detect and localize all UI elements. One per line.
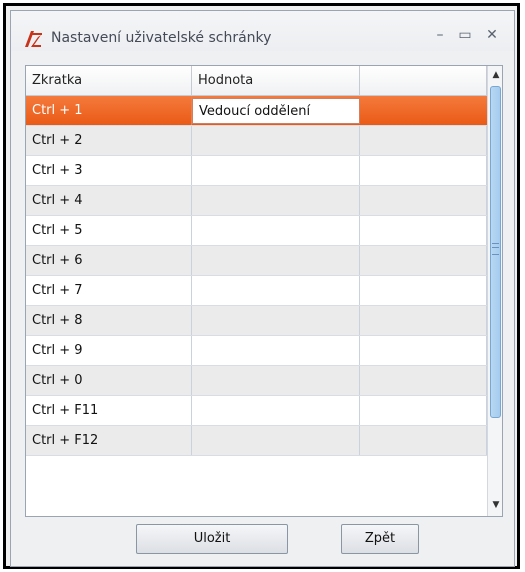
shortcut-cell: Ctrl + 2 [26, 126, 192, 155]
extra-cell [360, 366, 487, 395]
shortcut-cell: Ctrl + 9 [26, 336, 192, 365]
extra-cell [360, 246, 487, 275]
shortcut-grid: Zkratka Hodnota Ctrl + 1 Vedoucí oddělen… [25, 65, 503, 517]
value-cell[interactable] [192, 336, 360, 365]
column-header-shortcut[interactable]: Zkratka [26, 66, 192, 96]
extra-cell [360, 426, 487, 455]
grid-rows: Ctrl + 1 Vedoucí oddělení Ctrl + 2 Ctrl … [26, 96, 487, 456]
column-header-value[interactable]: Hodnota [192, 66, 360, 96]
extra-cell [360, 216, 487, 245]
value-cell[interactable] [192, 396, 360, 425]
shortcut-cell: Ctrl + 4 [26, 186, 192, 215]
value-cell-editor[interactable]: Vedoucí oddělení [192, 98, 360, 124]
value-cell[interactable] [192, 366, 360, 395]
table-row[interactable]: Ctrl + 5 [26, 216, 487, 246]
grip-icon [492, 243, 499, 255]
extra-cell [360, 126, 487, 155]
minimize-button[interactable]: – [429, 25, 451, 45]
shortcut-cell: Ctrl + 0 [26, 366, 192, 395]
table-row[interactable]: Ctrl + 2 [26, 126, 487, 156]
app-logo-icon [25, 31, 42, 47]
extra-cell [360, 186, 487, 215]
value-cell[interactable] [192, 186, 360, 215]
table-row[interactable]: Ctrl + 3 [26, 156, 487, 186]
scroll-up-arrow-icon[interactable]: ▲ [488, 66, 502, 84]
column-header-empty[interactable] [360, 66, 487, 96]
value-cell[interactable] [192, 276, 360, 305]
table-row[interactable]: Ctrl + 4 [26, 186, 487, 216]
table-row[interactable]: Ctrl + 7 [26, 276, 487, 306]
extra-cell [360, 396, 487, 425]
value-cell[interactable] [192, 126, 360, 155]
shortcut-cell: Ctrl + 7 [26, 276, 192, 305]
close-button[interactable]: ✕ [481, 25, 503, 45]
table-row[interactable]: Ctrl + F12 [26, 426, 487, 456]
shortcut-cell: Ctrl + 1 [26, 96, 192, 125]
extra-cell [360, 306, 487, 335]
table-row[interactable]: Ctrl + 8 [26, 306, 487, 336]
title-bar[interactable]: Nastavení uživatelské schránky – ▭ ✕ [11, 11, 514, 51]
value-cell[interactable] [192, 426, 360, 455]
table-row[interactable]: Ctrl + 6 [26, 246, 487, 276]
window-title: Nastavení uživatelské schránky [51, 30, 272, 46]
grid-header: Zkratka Hodnota [26, 66, 487, 96]
value-cell[interactable] [192, 246, 360, 275]
shortcut-cell: Ctrl + 5 [26, 216, 192, 245]
dialog-window: Nastavení uživatelské schránky – ▭ ✕ Zkr… [10, 10, 515, 567]
table-row[interactable]: Ctrl + 9 [26, 336, 487, 366]
maximize-button[interactable]: ▭ [454, 25, 476, 45]
extra-cell [360, 336, 487, 365]
shortcut-cell: Ctrl + 6 [26, 246, 192, 275]
back-button[interactable]: Zpět [341, 524, 419, 554]
shortcut-cell: Ctrl + F12 [26, 426, 192, 455]
shortcut-cell: Ctrl + 8 [26, 306, 192, 335]
table-row[interactable]: Ctrl + 1 Vedoucí oddělení [26, 96, 487, 126]
save-button[interactable]: Uložit [136, 524, 288, 554]
extra-cell [360, 276, 487, 305]
value-cell[interactable] [192, 156, 360, 185]
scroll-down-arrow-icon[interactable]: ▼ [488, 496, 502, 514]
shortcut-cell: Ctrl + 3 [26, 156, 192, 185]
shortcut-cell: Ctrl + F11 [26, 396, 192, 425]
table-row[interactable]: Ctrl + F11 [26, 396, 487, 426]
table-row[interactable]: Ctrl + 0 [26, 366, 487, 396]
vertical-scrollbar[interactable]: ▲ ▼ [487, 66, 502, 516]
value-cell[interactable] [192, 216, 360, 245]
scroll-thumb[interactable] [490, 86, 501, 418]
extra-cell [360, 96, 487, 125]
extra-cell [360, 156, 487, 185]
value-cell[interactable] [192, 306, 360, 335]
